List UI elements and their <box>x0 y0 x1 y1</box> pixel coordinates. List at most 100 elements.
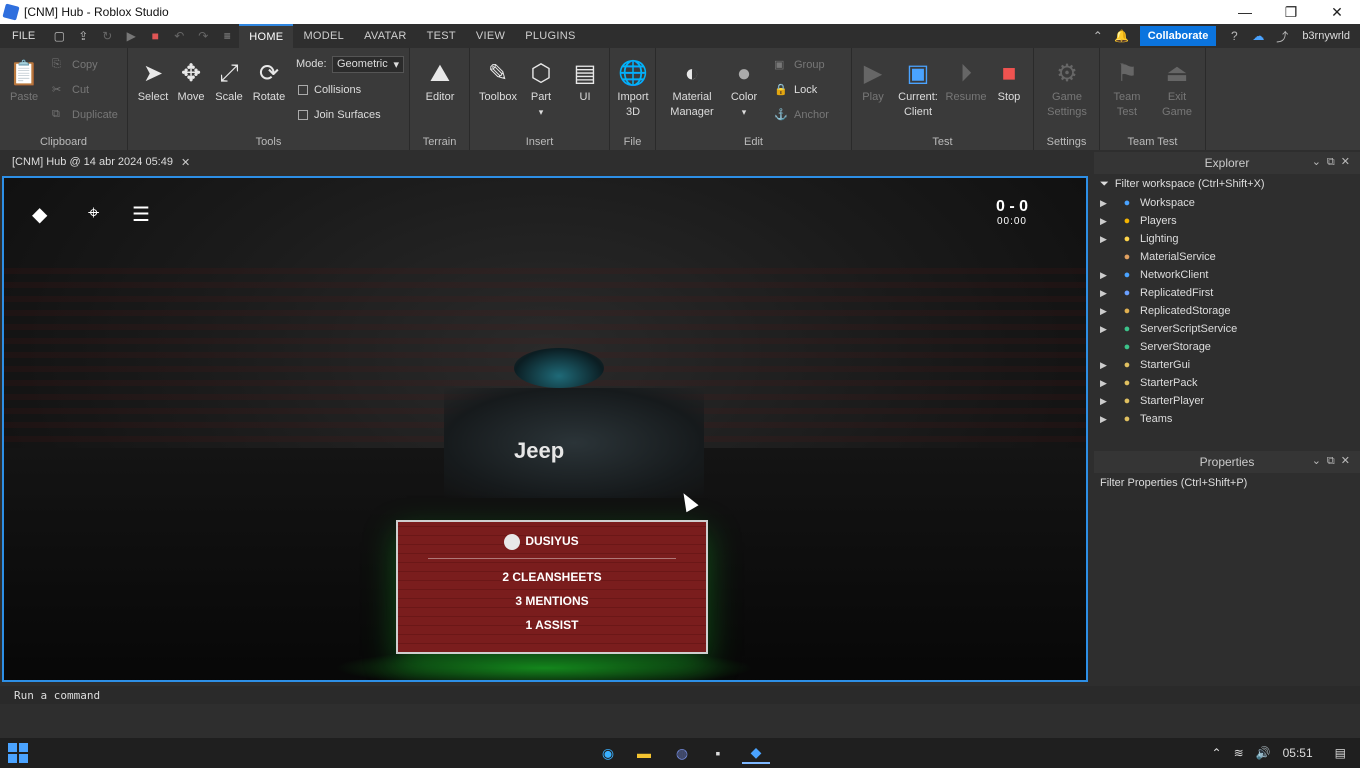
color-dropdown-icon[interactable]: ▾ <box>742 105 747 120</box>
toolbox-button[interactable]: ✎ Toolbox <box>476 58 520 105</box>
explorer-item-networkclient[interactable]: ▶ ● NetworkClient <box>1094 266 1360 284</box>
file-menu[interactable]: FILE <box>0 30 47 42</box>
anchor-button[interactable]: ⚓ Anchor <box>774 108 829 122</box>
panel-controls[interactable]: ⌄⧉✕ <box>1312 155 1356 169</box>
stop-small-icon[interactable]: ■ <box>146 27 164 45</box>
explorer-item-lighting[interactable]: ▶ ● Lighting <box>1094 230 1360 248</box>
explorer-item-teams[interactable]: ▶ ● Teams <box>1094 410 1360 428</box>
chat-icon[interactable]: ☰ <box>132 202 150 227</box>
tab-avatar[interactable]: AVATAR <box>354 24 417 48</box>
command-input[interactable]: Run a command <box>14 689 100 702</box>
material-manager-button[interactable]: ◐ Material Manager <box>662 58 722 120</box>
tab-plugins[interactable]: PLUGINS <box>515 24 585 48</box>
roblox-player-icon[interactable]: ▪ <box>704 742 732 764</box>
explorer-item-replicatedstorage[interactable]: ▶ ● ReplicatedStorage <box>1094 302 1360 320</box>
customize-icon[interactable]: ≡ <box>218 27 236 45</box>
expand-arrow-icon[interactable]: ▶ <box>1100 288 1114 299</box>
undo-icon[interactable]: ↶ <box>170 27 188 45</box>
expand-arrow-icon[interactable]: ▶ <box>1100 234 1114 245</box>
import-3d-button[interactable]: 🌐 Import 3D <box>614 58 652 120</box>
collisions-checkbox[interactable] <box>298 85 308 95</box>
play-small-icon[interactable]: ▶ <box>122 27 140 45</box>
explorer-filter[interactable]: ⏷ Filter workspace (Ctrl+Shift+X) <box>1094 174 1360 194</box>
document-tab[interactable]: [CNM] Hub @ 14 abr 2024 05:49 ✕ <box>0 150 203 174</box>
explorer-item-serverscriptservice[interactable]: ▶ ● ServerScriptService <box>1094 320 1360 338</box>
game-settings-button[interactable]: ⚙ Game Settings <box>1046 58 1088 120</box>
lock-button[interactable]: 🔒 Lock <box>774 83 817 97</box>
explorer-item-workspace[interactable]: ▶ ● Workspace <box>1094 194 1360 212</box>
explorer-item-players[interactable]: ▶ ● Players <box>1094 212 1360 230</box>
part-dropdown-icon[interactable]: ▾ <box>539 105 544 120</box>
exit-game-button[interactable]: ⏏ Exit Game <box>1158 58 1196 120</box>
paste-button[interactable]: 📋 Paste <box>9 58 39 105</box>
color-button[interactable]: ● Color ▾ <box>728 58 760 120</box>
team-test-button[interactable]: ⚑ Team Test <box>1108 58 1146 120</box>
publish-icon[interactable]: ⇪ <box>74 27 92 45</box>
expand-arrow-icon[interactable]: ▶ <box>1100 324 1114 335</box>
expand-arrow-icon[interactable]: ▶ <box>1100 378 1114 389</box>
redo-icon[interactable]: ↷ <box>194 27 212 45</box>
play-button[interactable]: ▶ Play <box>858 58 888 105</box>
cloud-icon[interactable]: ☁ <box>1249 27 1267 45</box>
terrain-editor-button[interactable]: ⛰ Editor <box>422 58 458 105</box>
resume-button[interactable]: ⏵ Resume <box>946 58 987 105</box>
duplicate-button[interactable]: ⧉ Duplicate <box>52 108 118 121</box>
wifi-icon[interactable]: ≋ <box>1234 746 1244 760</box>
notifications-icon[interactable]: 🔔 <box>1113 27 1131 45</box>
tab-view[interactable]: VIEW <box>466 24 515 48</box>
edge-icon[interactable]: ◉ <box>594 742 622 764</box>
expand-arrow-icon[interactable]: ▶ <box>1100 198 1114 209</box>
username[interactable]: b3rnywrld <box>1302 30 1350 42</box>
stop-button[interactable]: ■ Stop <box>994 58 1024 105</box>
expand-arrow-icon[interactable]: ▶ <box>1100 216 1114 227</box>
roblox-studio-icon[interactable]: ◆ <box>742 742 770 764</box>
close-icon[interactable]: ✕ <box>1314 0 1360 24</box>
help-icon[interactable]: ? <box>1225 27 1243 45</box>
explorer-item-starterplayer[interactable]: ▶ ● StarterPlayer <box>1094 392 1360 410</box>
join-surfaces-toggle[interactable]: Join Surfaces <box>298 109 381 121</box>
scale-button[interactable]: ⤢ Scale <box>212 58 246 105</box>
explorer-item-replicatedfirst[interactable]: ▶ ● ReplicatedFirst <box>1094 284 1360 302</box>
group-button[interactable]: ▣ Group <box>774 58 825 72</box>
file-explorer-icon[interactable]: ▬ <box>630 742 658 764</box>
tab-model[interactable]: MODEL <box>293 24 354 48</box>
move-button[interactable]: ✥ Move <box>174 58 208 105</box>
new-file-icon[interactable]: ▢ <box>50 27 68 45</box>
clock[interactable]: 05:51 <box>1283 746 1313 760</box>
ui-button[interactable]: ▤ UI <box>570 58 600 105</box>
collisions-toggle[interactable]: Collisions <box>298 84 361 96</box>
roblox-menu-icon[interactable]: ◆ <box>32 202 47 227</box>
redo-disabled-icon[interactable]: ↻ <box>98 27 116 45</box>
collaborate-button[interactable]: Collaborate <box>1139 26 1217 46</box>
expand-arrow-icon[interactable]: ▶ <box>1100 396 1114 407</box>
expand-arrow-icon[interactable]: ▶ <box>1100 306 1114 317</box>
expand-arrow-icon[interactable]: ▶ <box>1100 360 1114 371</box>
join-surfaces-checkbox[interactable] <box>298 110 308 120</box>
collapse-ribbon-icon[interactable]: ⌃ <box>1089 27 1107 45</box>
selfview-icon[interactable]: ⌖ <box>88 202 99 225</box>
game-viewport[interactable]: ◆ ⌖ ☰ 0 - 0 00:00 Jeep DUSIYUS 2 CLEANSH… <box>2 176 1088 682</box>
cut-button[interactable]: ✂ Cut <box>52 83 89 97</box>
share-icon[interactable]: ⤴ <box>1273 27 1291 45</box>
volume-icon[interactable]: 🔊 <box>1256 746 1271 760</box>
explorer-item-serverstorage[interactable]: ● ServerStorage <box>1094 338 1360 356</box>
explorer-item-startergui[interactable]: ▶ ● StarterGui <box>1094 356 1360 374</box>
notifications-center-icon[interactable]: ▤ <box>1335 746 1346 760</box>
windows-start-icon[interactable] <box>8 743 28 763</box>
tab-test[interactable]: TEST <box>417 24 466 48</box>
command-bar[interactable]: Run a command <box>0 686 1360 704</box>
mode-dropdown[interactable]: Geometric ▾ <box>332 56 404 73</box>
expand-arrow-icon[interactable]: ▶ <box>1100 270 1114 281</box>
explorer-item-materialservice[interactable]: ● MaterialService <box>1094 248 1360 266</box>
current-client-button[interactable]: ▣ Current: Client <box>894 58 942 120</box>
properties-filter[interactable]: Filter Properties (Ctrl+Shift+P) <box>1094 473 1360 493</box>
tray-chevron-icon[interactable]: ⌃ <box>1212 746 1222 760</box>
discord-icon[interactable]: ◍ <box>668 742 696 764</box>
expand-arrow-icon[interactable]: ▶ <box>1100 414 1114 425</box>
copy-button[interactable]: ⎘ Copy <box>52 58 98 71</box>
close-tab-icon[interactable]: ✕ <box>181 156 190 169</box>
minimize-icon[interactable]: — <box>1222 0 1268 24</box>
panel-controls[interactable]: ⌄⧉✕ <box>1312 454 1356 468</box>
part-button[interactable]: ⬡ Part ▾ <box>526 58 556 120</box>
select-button[interactable]: ➤ Select <box>136 58 170 105</box>
